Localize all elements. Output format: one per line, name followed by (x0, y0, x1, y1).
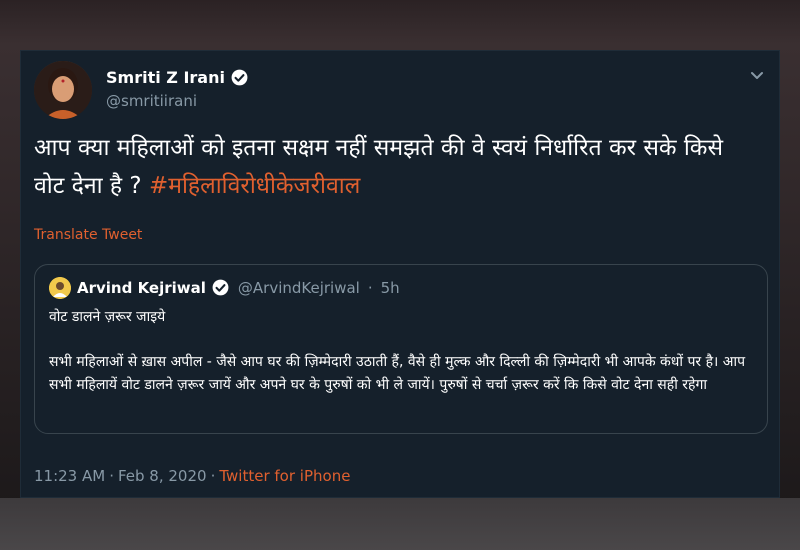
quoted-separator: · (367, 278, 373, 297)
verified-badge-icon (212, 279, 229, 296)
tweet-time[interactable]: 11:23 AM (34, 467, 105, 485)
author-handle[interactable]: @smritiirani (106, 92, 197, 110)
quoted-author-name: Arvind Kejriwal (77, 278, 206, 297)
tweet-card: Smriti Z Irani @smritiirani आप क्या महिल… (20, 50, 780, 498)
quoted-tweet[interactable]: Arvind Kejriwal @ArvindKejriwal · 5h वोट… (34, 264, 768, 434)
meta-separator: · (210, 467, 216, 485)
author-name-row: Smriti Z Irani (106, 68, 249, 87)
verified-badge-icon (231, 69, 248, 86)
hashtag-link[interactable]: #महिलाविरोधीकेजरीवाल (149, 173, 360, 199)
meta-separator: · (109, 467, 114, 485)
tweet-date[interactable]: Feb 8, 2020 (118, 467, 207, 485)
tweet-body: आप क्या महिलाओं को इतना सक्षम नहीं समझते… (34, 135, 724, 199)
quoted-age: 5h (380, 278, 400, 297)
tweet-source-link[interactable]: Twitter for iPhone (219, 467, 350, 485)
quoted-author-avatar[interactable] (49, 277, 71, 299)
quoted-body-text: सभी महिलाओं से ख़ास अपील - जैसे आप घर की… (49, 354, 746, 393)
tweet-text: आप क्या महिलाओं को इतना सक्षम नहीं समझते… (34, 129, 754, 205)
quoted-header: Arvind Kejriwal @ArvindKejriwal · 5h (77, 278, 400, 297)
tweet-meta: 11:23 AM · Feb 8, 2020 · Twitter for iPh… (34, 467, 350, 485)
translate-tweet-link[interactable]: Translate Tweet (34, 227, 142, 243)
background-bottom-band (0, 498, 800, 550)
quoted-short-text: वोट डालने ज़रूर जाइये (49, 309, 166, 325)
chevron-down-icon[interactable] (747, 65, 767, 85)
author-avatar[interactable] (34, 61, 92, 119)
quoted-author-handle: @ArvindKejriwal (237, 278, 360, 297)
author-name[interactable]: Smriti Z Irani (106, 68, 225, 87)
